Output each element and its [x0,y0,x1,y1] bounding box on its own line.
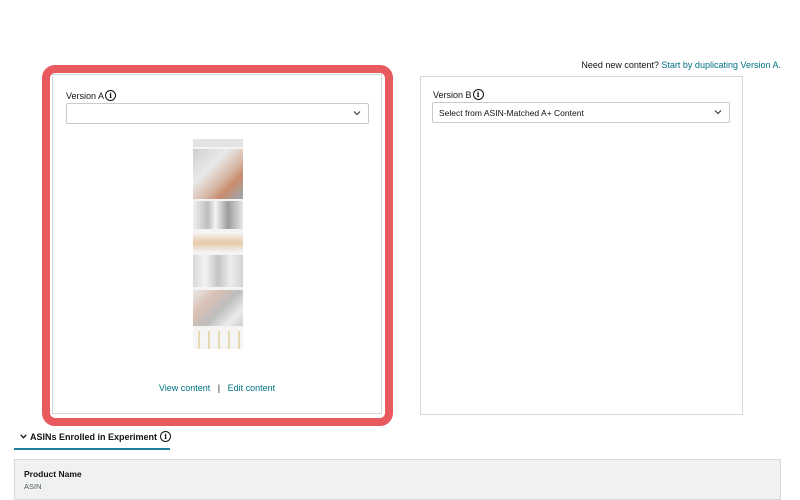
version-a-panel: Version A i View content | Edit content [52,74,382,414]
asin-column-subheader: ASIN [24,482,42,491]
need-content-text: Need new content? [581,60,659,70]
version-b-label-row: Version B i [433,89,484,100]
need-new-content-prompt: Need new content? Start by duplicating V… [581,60,781,70]
version-a-select[interactable] [66,103,369,124]
content-preview-thumbnail[interactable] [193,139,243,349]
link-separator: | [217,383,221,393]
asins-section-toggle[interactable]: ASINs Enrolled in Experiment i [20,431,172,442]
view-content-link[interactable]: View content [159,383,210,393]
version-a-label-row: Version A i [66,90,117,101]
version-b-select[interactable]: Select from ASIN-Matched A+ Content [432,102,730,123]
info-icon[interactable]: i [472,89,484,100]
duplicate-version-a-link[interactable]: Start by duplicating Version A. [661,60,781,70]
asins-table-header: Product Name ASIN [14,459,781,500]
info-icon[interactable]: i [105,90,117,101]
version-b-label: Version B [433,89,472,100]
version-b-select-value: Select from ASIN-Matched A+ Content [439,107,584,118]
asins-section-title: ASINs Enrolled in Experiment [30,431,158,442]
version-b-panel: Version B i Select from ASIN-Matched A+ … [420,76,743,415]
caret-down-icon [20,434,27,439]
asins-tab-underline [14,448,170,450]
chevron-down-icon [714,110,722,115]
chevron-down-icon [353,111,361,116]
info-icon[interactable]: i [160,431,172,442]
version-a-label: Version A [66,90,105,101]
version-a-content-links: View content | Edit content [53,383,381,393]
edit-content-link[interactable]: Edit content [228,383,276,393]
product-name-column-header: Product Name [24,469,82,479]
